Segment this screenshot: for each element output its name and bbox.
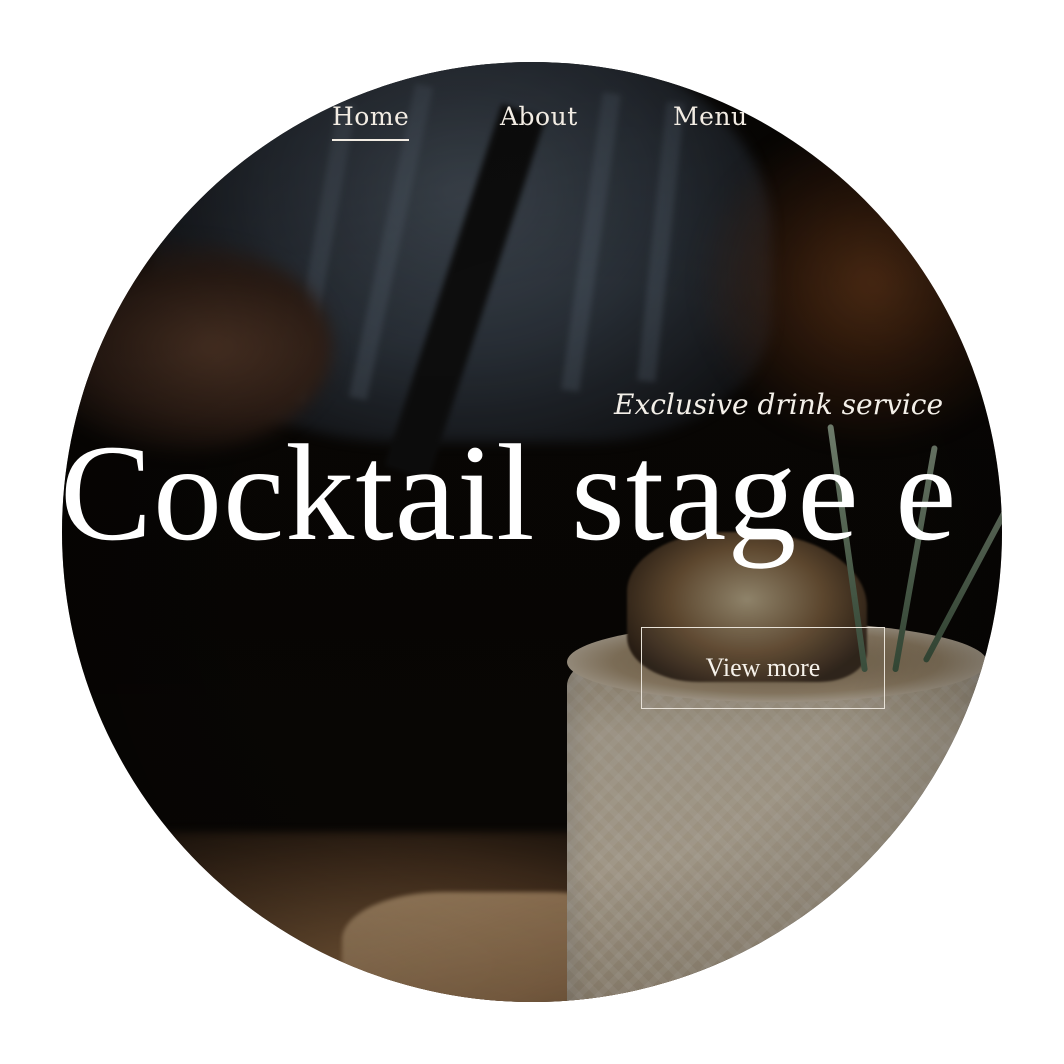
page: Home About Menu Exclusive drink service …	[0, 0, 1064, 1064]
hero-circle-frame: Home About Menu Exclusive drink service …	[62, 62, 1002, 1002]
view-more-button[interactable]: View more	[641, 627, 885, 709]
hero-headline: Cocktail stage e	[62, 416, 958, 569]
nav-home-link[interactable]: Home	[332, 102, 410, 141]
nav-menu-link[interactable]: Menu	[673, 102, 748, 139]
nav-about-link[interactable]: About	[500, 102, 578, 139]
